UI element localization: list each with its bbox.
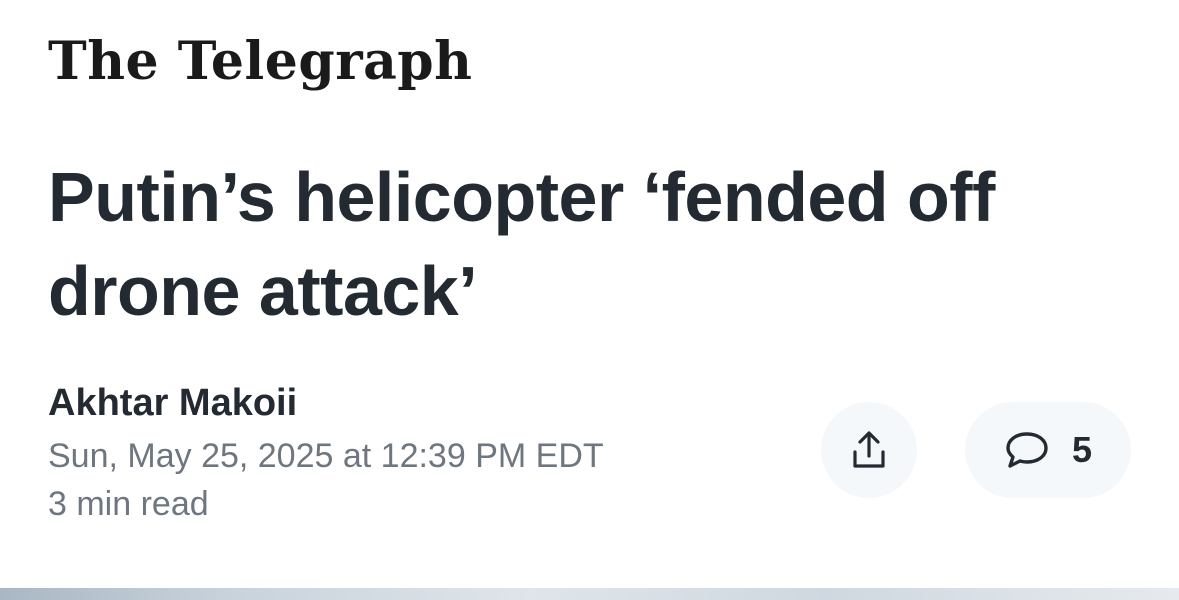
publisher-logo: The Telegraph [48, 31, 473, 92]
comment-icon [1004, 430, 1050, 470]
share-icon [847, 428, 891, 472]
comments-button[interactable]: 5 [965, 402, 1131, 498]
share-button[interactable] [821, 402, 917, 498]
comment-count: 5 [1071, 429, 1093, 470]
article-hero-image [0, 588, 1179, 600]
article-headline: Putin’s helicopter ‘fended off drone att… [48, 158, 995, 330]
author-name[interactable]: Akhtar Makoii [48, 380, 297, 426]
publish-timestamp: Sun, May 25, 2025 at 12:39 PM EDT [48, 437, 604, 475]
read-time: 3 min read [48, 485, 209, 523]
